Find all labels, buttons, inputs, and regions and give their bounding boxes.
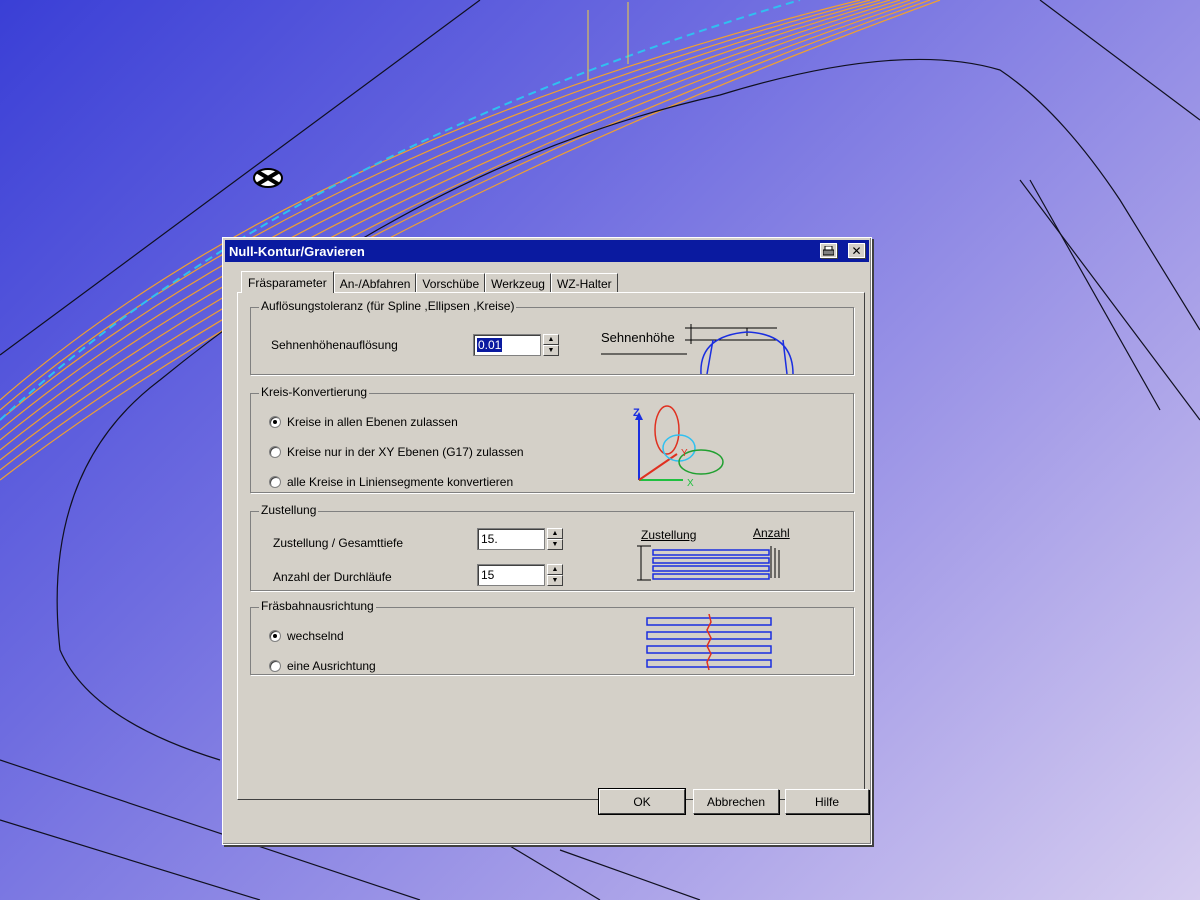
spin-down-icon[interactable]: ▼ bbox=[547, 575, 563, 586]
field-label: Zustellung / Gesamttiefe bbox=[273, 536, 404, 550]
option-label: alle Kreise in Liniensegmente konvertier… bbox=[287, 475, 514, 489]
cursor-marker bbox=[253, 168, 283, 188]
tab-vorschuebe[interactable]: Vorschübe bbox=[416, 273, 486, 293]
spin-up-icon[interactable]: ▲ bbox=[547, 564, 563, 575]
input-value: 15 bbox=[481, 568, 495, 582]
field-label: Sehnenhöhenauflösung bbox=[271, 338, 398, 352]
help-button[interactable]: Hilfe bbox=[785, 789, 869, 814]
group-fraesbahnausrichtung: Fräsbahnausrichtung wechselnd eine Ausri… bbox=[250, 599, 854, 675]
option-label: Kreise nur in der XY Ebenen (G17) zulass… bbox=[287, 445, 524, 459]
group-title: Auflösungstoleranz (für Spline ,Ellipsen… bbox=[259, 299, 517, 313]
cancel-button[interactable]: Abbrechen bbox=[693, 789, 779, 814]
ok-button[interactable]: OK bbox=[598, 788, 686, 815]
option-label: Kreise in allen Ebenen zulassen bbox=[287, 415, 458, 429]
spin-down-icon[interactable]: ▼ bbox=[547, 539, 563, 550]
sehnenhoehe-input[interactable]: 0.01 bbox=[473, 334, 541, 356]
input-value: 0.01 bbox=[477, 338, 503, 352]
tab-panel-fraesparameter: Auflösungstoleranz (für Spline ,Ellipsen… bbox=[237, 292, 865, 800]
option-label: eine Ausrichtung bbox=[287, 659, 376, 673]
tab-fraesparameter[interactable]: Fräsparameter bbox=[241, 271, 334, 293]
group-title: Zustellung bbox=[259, 503, 319, 517]
button-label: Hilfe bbox=[814, 794, 839, 809]
tab-label: Werkzeug bbox=[491, 276, 545, 291]
zustellung-spinner[interactable]: ▲ ▼ bbox=[547, 528, 563, 550]
radio-wechselnd[interactable] bbox=[269, 630, 281, 642]
durchlaeufe-input[interactable]: 15 bbox=[477, 564, 545, 586]
axis-label-x: X bbox=[687, 478, 694, 489]
tab-strip: Fräsparameter An-/Abfahren Vorschübe Wer… bbox=[241, 271, 618, 293]
option-label: wechselnd bbox=[287, 629, 344, 643]
tab-werkzeug[interactable]: Werkzeug bbox=[485, 273, 551, 293]
dialog-titlebar[interactable]: Null-Kontur/Gravieren ✕ bbox=[225, 240, 869, 262]
radio-kreise-liniensegmente[interactable] bbox=[269, 476, 281, 488]
null-kontur-dialog: Null-Kontur/Gravieren ✕ Fräsparameter An… bbox=[222, 237, 872, 845]
group-title: Kreis-Konvertierung bbox=[259, 385, 370, 399]
sehnenhoehe-diagram bbox=[601, 324, 794, 374]
axis-label-y: Y bbox=[681, 448, 688, 459]
button-label: Abbrechen bbox=[706, 794, 766, 809]
durchlaeufe-spinner[interactable]: ▲ ▼ bbox=[547, 564, 563, 586]
group-kreis-konvertierung: Kreis-Konvertierung Kreise in allen Eben… bbox=[250, 385, 854, 493]
group-aufloesung: Auflösungstoleranz (für Spline ,Ellipsen… bbox=[250, 299, 854, 375]
radio-eine-ausrichtung[interactable] bbox=[269, 660, 281, 672]
radio-kreise-xy-ebene[interactable] bbox=[269, 446, 281, 458]
input-value: 15. bbox=[481, 532, 498, 546]
zustellung-diagram bbox=[637, 545, 780, 581]
tab-label: Fräsparameter bbox=[248, 275, 327, 290]
button-label: OK bbox=[633, 794, 651, 809]
tab-label: Vorschübe bbox=[422, 276, 480, 291]
close-icon[interactable]: ✕ bbox=[848, 243, 865, 258]
group-zustellung: Zustellung Zustellung / Gesamttiefe 15. … bbox=[250, 503, 854, 591]
spin-down-icon[interactable]: ▼ bbox=[543, 345, 559, 356]
tab-wz-halter[interactable]: WZ-Halter bbox=[550, 273, 618, 293]
zustellung-input[interactable]: 15. bbox=[477, 528, 545, 550]
tab-an-abfahren[interactable]: An-/Abfahren bbox=[333, 273, 417, 293]
tab-label: WZ-Halter bbox=[556, 276, 612, 291]
sehnenhoehe-spinner[interactable]: ▲ ▼ bbox=[543, 334, 559, 356]
circle-planes-diagram: Z Y X bbox=[633, 405, 724, 489]
dialog-title: Null-Kontur/Gravieren bbox=[229, 243, 365, 259]
spin-up-icon[interactable]: ▲ bbox=[547, 528, 563, 539]
axis-label-z: Z bbox=[633, 407, 640, 419]
group-title: Fräsbahnausrichtung bbox=[259, 599, 376, 613]
field-label: Anzahl der Durchläufe bbox=[273, 570, 392, 584]
radio-kreise-alle-ebenen[interactable] bbox=[269, 416, 281, 428]
printer-icon[interactable] bbox=[820, 243, 837, 258]
spin-up-icon[interactable]: ▲ bbox=[543, 334, 559, 345]
tab-label: An-/Abfahren bbox=[339, 276, 411, 291]
anzahl-diagram-label: Anzahl bbox=[753, 526, 790, 540]
fraesbahn-diagram bbox=[646, 614, 772, 671]
zustellung-diagram-label: Zustellung bbox=[641, 528, 697, 542]
